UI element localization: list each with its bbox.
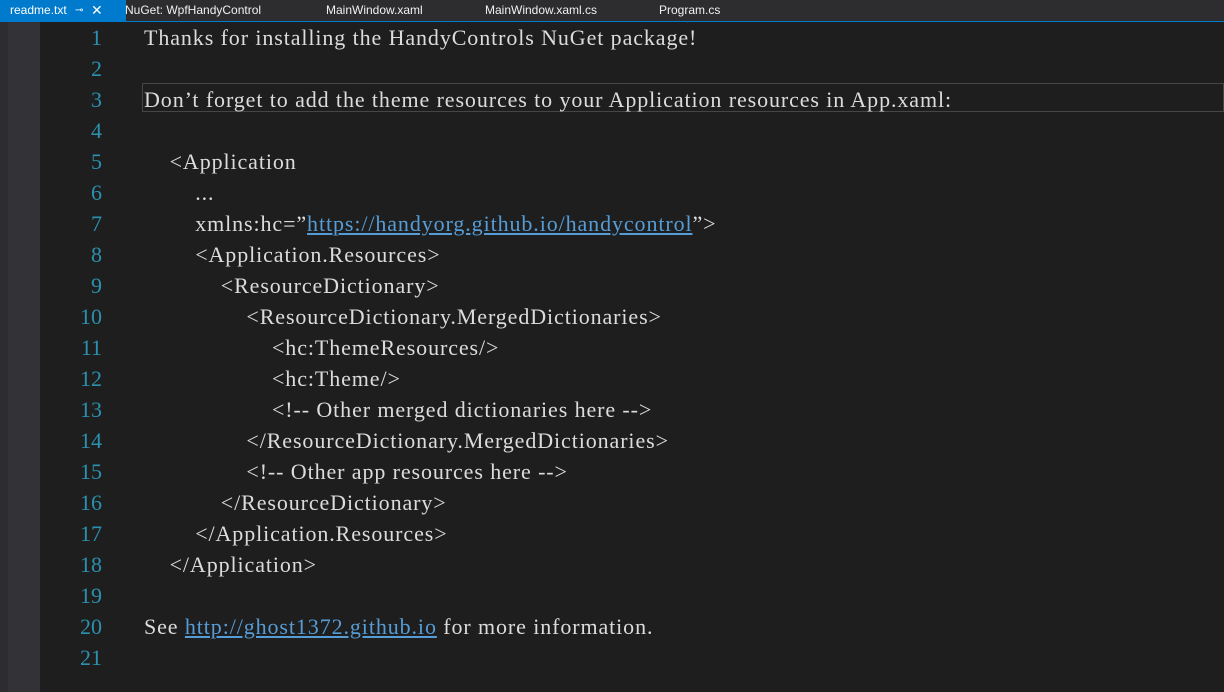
tab-nuget-wpfhandycontrol[interactable]: NuGet: WpfHandyControl bbox=[125, 0, 261, 21]
code-text: See bbox=[144, 614, 185, 639]
line-number: 19 bbox=[80, 583, 102, 608]
code-line[interactable]: Thanks for installing the HandyControls … bbox=[144, 22, 697, 53]
code-line[interactable]: </Application.Resources> bbox=[144, 518, 448, 549]
tab-label: NuGet: WpfHandyControl bbox=[125, 3, 262, 17]
code-line[interactable]: </ResourceDictionary> bbox=[144, 487, 447, 518]
code-line[interactable]: </Application> bbox=[144, 549, 317, 580]
tab-readme-txt[interactable]: readme.txt ⊸ ✕ bbox=[0, 0, 126, 21]
tab-label: Program.cs bbox=[659, 3, 721, 17]
code-line[interactable]: <Application.Resources> bbox=[144, 239, 441, 270]
tab-mainwindow-xaml-cs[interactable]: MainWindow.xaml.cs bbox=[485, 0, 597, 21]
line-number: 9 bbox=[91, 273, 102, 298]
code-line[interactable]: <Application bbox=[144, 146, 297, 177]
code-text: ”> bbox=[692, 211, 717, 236]
code-text: for more information. bbox=[436, 614, 654, 639]
line-number: 11 bbox=[80, 335, 102, 360]
code-line[interactable]: </ResourceDictionary.MergedDictionaries> bbox=[144, 425, 669, 456]
code-line[interactable]: <ResourceDictionary.MergedDictionaries> bbox=[144, 301, 662, 332]
code-line[interactable]: Don’t forget to add the theme resources … bbox=[144, 84, 952, 115]
line-number: 7 bbox=[91, 211, 102, 236]
line-number: 1 bbox=[91, 25, 102, 50]
line-number: 12 bbox=[80, 366, 102, 391]
handycontrol-link[interactable]: https://handyorg.github.io/handycontrol bbox=[307, 211, 692, 236]
line-number: 8 bbox=[91, 242, 102, 267]
code-line[interactable]: <!-- Other app resources here --> bbox=[144, 456, 568, 487]
tab-program-cs[interactable]: Program.cs bbox=[659, 0, 720, 21]
code-line[interactable]: xmlns:hc=”https://handyorg.github.io/han… bbox=[144, 208, 716, 239]
code-line[interactable]: <hc:ThemeResources/> bbox=[144, 332, 499, 363]
line-number: 13 bbox=[80, 397, 102, 422]
line-number: 21 bbox=[80, 645, 102, 670]
line-number: 5 bbox=[91, 149, 102, 174]
indicator-margin[interactable] bbox=[8, 22, 40, 692]
line-number: 15 bbox=[80, 459, 102, 484]
code-line[interactable]: <!-- Other merged dictionaries here --> bbox=[144, 394, 652, 425]
tab-label: MainWindow.xaml bbox=[326, 3, 423, 17]
close-icon[interactable]: ✕ bbox=[91, 0, 103, 21]
code-line[interactable]: <ResourceDictionary> bbox=[144, 270, 440, 301]
tab-label: readme.txt bbox=[10, 3, 67, 17]
line-number: 14 bbox=[80, 428, 102, 453]
document-tab-bar: readme.txt ⊸ ✕ NuGet: WpfHandyControl Ma… bbox=[0, 0, 1224, 22]
code-line[interactable]: ... bbox=[144, 177, 214, 208]
ghost1372-link[interactable]: http://ghost1372.github.io bbox=[185, 614, 437, 639]
line-number: 18 bbox=[80, 552, 102, 577]
tab-label: MainWindow.xaml.cs bbox=[485, 3, 598, 17]
toolbox-strip bbox=[0, 22, 8, 692]
line-number: 10 bbox=[80, 304, 102, 329]
line-number: 4 bbox=[91, 118, 102, 143]
line-number: 16 bbox=[80, 490, 102, 515]
tab-mainwindow-xaml[interactable]: MainWindow.xaml bbox=[326, 0, 423, 21]
line-number: 3 bbox=[91, 87, 102, 112]
pin-icon[interactable]: ⊸ bbox=[75, 0, 83, 21]
line-number: 20 bbox=[80, 614, 102, 639]
code-line[interactable]: See http://ghost1372.github.io for more … bbox=[144, 611, 653, 642]
code-line[interactable]: <hc:Theme/> bbox=[144, 363, 401, 394]
line-number: 2 bbox=[91, 56, 102, 81]
code-text: xmlns:hc=” bbox=[144, 211, 308, 236]
line-number: 17 bbox=[80, 521, 102, 546]
line-number: 6 bbox=[91, 180, 102, 205]
